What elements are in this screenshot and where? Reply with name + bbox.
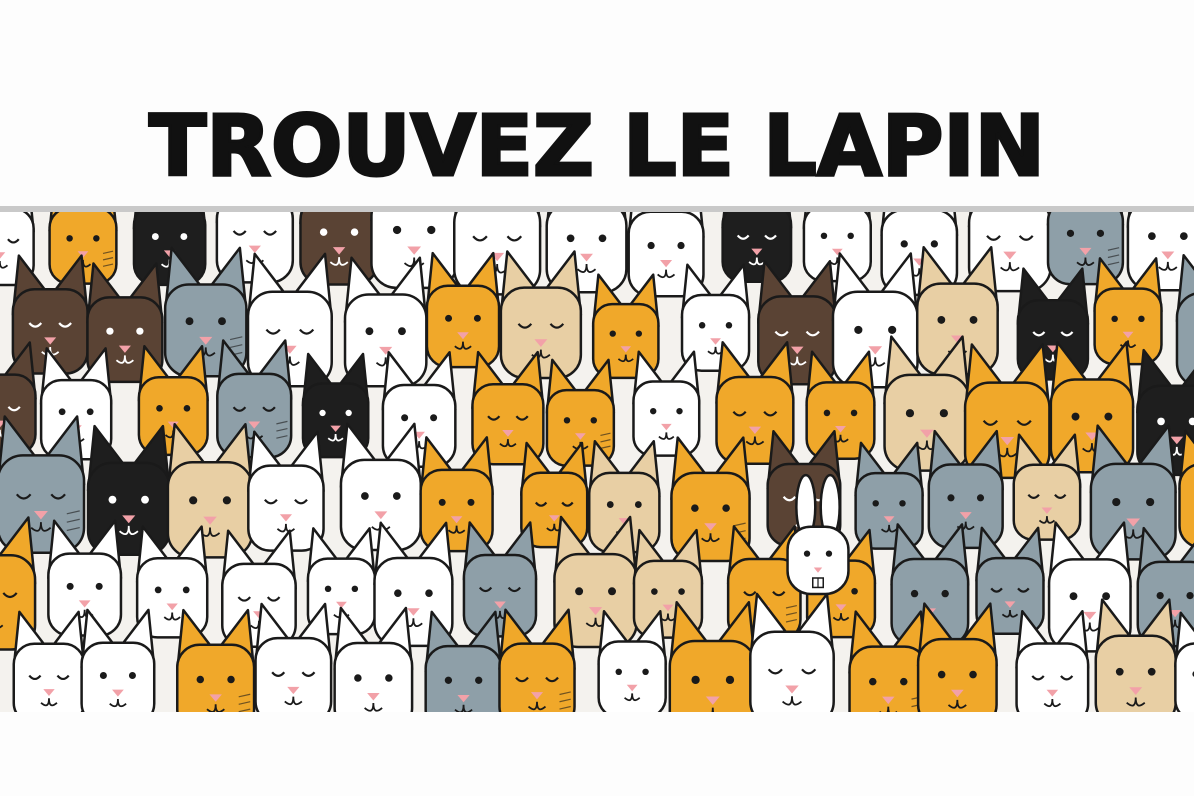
cat-face-icon	[668, 600, 758, 712]
cat-face-icon	[1174, 611, 1194, 712]
cat-face-icon	[175, 608, 256, 712]
cat-face-icon	[424, 610, 503, 712]
puzzle-title: TROUVEZ LE LAPIN	[148, 96, 1047, 197]
cat-face-icon	[12, 610, 86, 712]
cat-crowd-svg	[0, 212, 1194, 712]
cat-face-icon	[848, 610, 929, 712]
cat-crowd-illustration	[0, 212, 1194, 712]
cat-face-icon	[166, 423, 254, 559]
cat-face-icon	[591, 273, 660, 380]
cat-face-icon	[721, 212, 793, 284]
cat-face-icon	[462, 521, 538, 638]
cat-face-icon	[419, 436, 494, 553]
cat-face-icon	[632, 350, 701, 457]
cat-face-icon	[498, 608, 576, 712]
cat-face-icon	[86, 424, 171, 557]
cat-face-icon	[1094, 598, 1177, 712]
bottom-margin	[0, 712, 1194, 796]
cat-face-icon	[47, 519, 123, 637]
